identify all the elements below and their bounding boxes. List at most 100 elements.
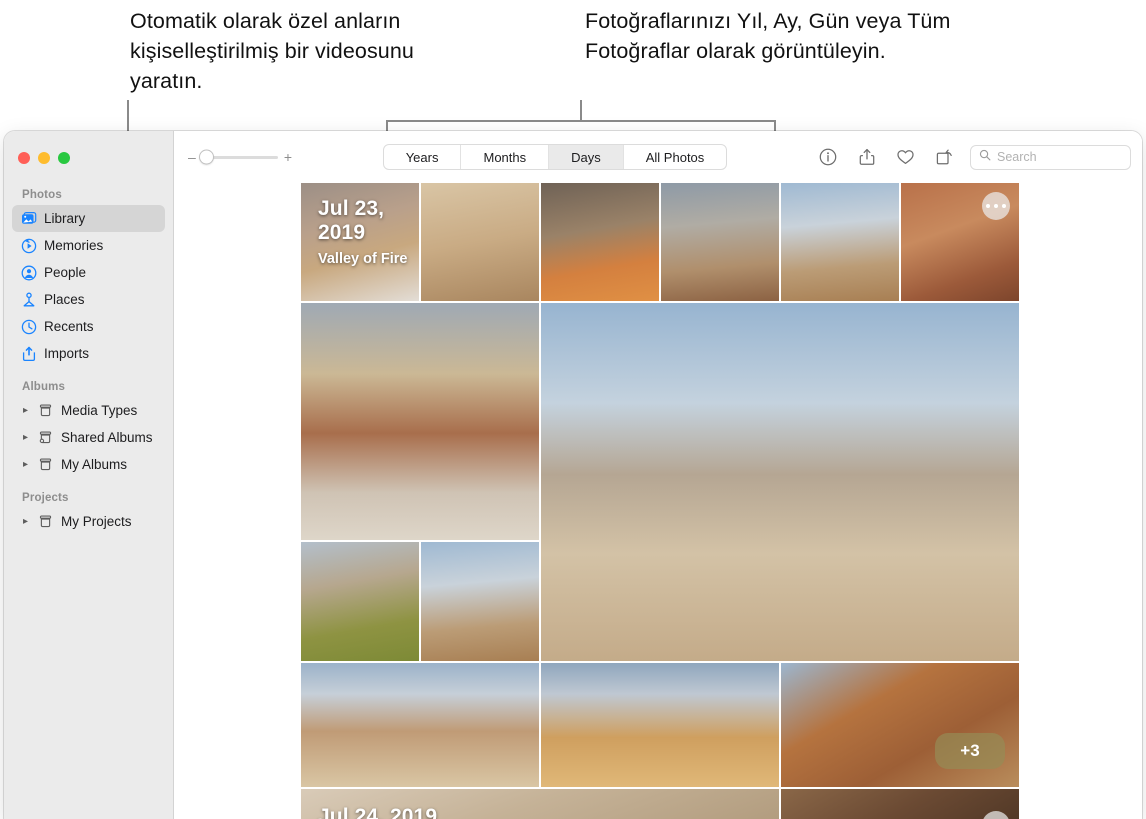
album-box-icon	[37, 402, 54, 419]
dot	[1002, 204, 1007, 209]
places-pin-icon	[20, 291, 37, 308]
photo-grid: Jul 23, 2019 Valley of Fire	[301, 183, 1019, 819]
photo-thumbnail[interactable]	[541, 663, 779, 787]
sidebar-item-label: Shared Albums	[61, 430, 153, 445]
photo-image	[781, 789, 1019, 819]
photos-library-icon	[20, 210, 37, 227]
share-icon[interactable]	[857, 148, 876, 167]
sidebar-group-title-albums: Albums	[4, 381, 173, 397]
photo-thumbnail[interactable]	[421, 183, 539, 301]
window-controls	[18, 152, 70, 164]
search-field[interactable]: Search	[970, 145, 1131, 170]
people-icon	[20, 264, 37, 281]
photo-row: Jul 24, 2019	[301, 789, 1019, 819]
album-box-icon	[37, 513, 54, 530]
photo-thumbnail[interactable]	[781, 789, 1019, 819]
sidebar-item-media-types[interactable]: ▸ Media Types	[12, 397, 165, 424]
sidebar-item-label: My Projects	[61, 514, 132, 529]
photo-row: +3	[301, 663, 1019, 787]
close-button[interactable]	[18, 152, 30, 164]
tab-all-photos[interactable]: All Photos	[624, 145, 727, 169]
annotation-memories-callout: Otomatik olarak özel anların kişiselleşt…	[130, 6, 460, 96]
sidebar-group-projects: Projects ▸ My Projects	[4, 492, 173, 535]
photo-thumbnail[interactable]: Jul 24, 2019	[301, 789, 779, 819]
rotate-icon[interactable]	[935, 148, 954, 167]
sidebar-item-library[interactable]: Library	[12, 205, 165, 232]
photo-thumbnail[interactable]	[301, 303, 539, 540]
chevron-right-icon[interactable]: ▸	[20, 459, 31, 470]
photo-image	[301, 542, 419, 661]
sidebar-item-label: Media Types	[61, 403, 137, 418]
memories-icon	[20, 237, 37, 254]
more-options-icon[interactable]	[982, 192, 1010, 220]
zoom-slider-track[interactable]	[202, 156, 278, 159]
photo-thumbnail-hero[interactable]	[541, 303, 1019, 661]
content-area: – + Years Months Days All Photos	[174, 131, 1142, 819]
photo-thumbnail[interactable]	[541, 183, 659, 301]
photo-image	[541, 663, 779, 787]
sidebar-group-title-projects: Projects	[4, 492, 173, 508]
photo-row: Jul 23, 2019 Valley of Fire	[301, 183, 1019, 301]
sidebar-group-title-photos: Photos	[4, 189, 173, 205]
sidebar-item-shared-albums[interactable]: ▸ Shared Albums	[12, 424, 165, 451]
view-mode-container: Years Months Days All Photos	[292, 144, 818, 170]
sidebar-item-recents[interactable]: Recents	[12, 313, 165, 340]
chevron-right-icon[interactable]: ▸	[20, 432, 31, 443]
photo-row	[301, 542, 539, 661]
sidebar-item-my-albums[interactable]: ▸ My Albums	[12, 451, 165, 478]
zoom-out-label[interactable]: –	[188, 150, 196, 164]
search-icon	[979, 148, 991, 166]
chevron-right-icon[interactable]: ▸	[20, 405, 31, 416]
photo-thumbnail[interactable]	[301, 542, 419, 661]
tab-months[interactable]: Months	[461, 145, 549, 169]
photo-image	[781, 183, 899, 301]
sidebar-item-people[interactable]: People	[12, 259, 165, 286]
album-box-icon	[37, 456, 54, 473]
sidebar-item-label: Library	[44, 211, 85, 226]
photo-thumbnail[interactable]	[661, 183, 779, 301]
photo-thumbnail[interactable]: +3	[781, 663, 1019, 787]
screenshot-root: Otomatik olarak özel anların kişiselleşt…	[0, 0, 1146, 819]
sidebar-item-my-projects[interactable]: ▸ My Projects	[12, 508, 165, 535]
photo-image	[301, 303, 539, 540]
photos-app-window: Photos Library Memories	[4, 131, 1142, 819]
photo-thumbnail[interactable]: Jul 23, 2019 Valley of Fire	[301, 183, 419, 301]
sidebar-item-imports[interactable]: Imports	[12, 340, 165, 367]
photo-row	[301, 303, 1019, 661]
zoom-slider-knob[interactable]	[200, 151, 213, 164]
toolbar-actions	[818, 148, 954, 167]
dot	[994, 204, 999, 209]
sidebar-item-label: People	[44, 265, 86, 280]
tab-years[interactable]: Years	[384, 145, 462, 169]
view-mode-segmented-control[interactable]: Years Months Days All Photos	[383, 144, 728, 170]
shared-album-box-icon	[37, 429, 54, 446]
imports-icon	[20, 345, 37, 362]
photo-thumbnail[interactable]	[301, 663, 539, 787]
sidebar-group-albums: Albums ▸ Media Types ▸ Shared Album	[4, 381, 173, 478]
photo-image	[421, 183, 539, 301]
sidebar-item-label: Imports	[44, 346, 89, 361]
sidebar-item-memories[interactable]: Memories	[12, 232, 165, 259]
zoom-button[interactable]	[58, 152, 70, 164]
day-header-overlay: Jul 23, 2019 Valley of Fire	[318, 197, 419, 268]
zoom-slider[interactable]: – +	[188, 150, 292, 164]
photo-thumbnail[interactable]	[781, 183, 899, 301]
zoom-in-label[interactable]: +	[284, 150, 292, 164]
overflow-count-badge[interactable]: +3	[935, 733, 1005, 769]
day-date: Jul 23, 2019	[318, 197, 419, 245]
chevron-right-icon[interactable]: ▸	[20, 516, 31, 527]
sidebar-item-places[interactable]: Places	[12, 286, 165, 313]
photo-thumbnail[interactable]	[901, 183, 1019, 301]
sidebar: Photos Library Memories	[4, 131, 174, 819]
dot	[986, 204, 991, 209]
favorite-heart-icon[interactable]	[896, 148, 915, 167]
tab-days[interactable]: Days	[549, 145, 624, 169]
minimize-button[interactable]	[38, 152, 50, 164]
photo-gallery[interactable]: Jul 23, 2019 Valley of Fire	[174, 183, 1142, 819]
search-input[interactable]: Search	[997, 150, 1037, 164]
photo-image	[301, 663, 539, 787]
photo-thumbnail[interactable]	[421, 542, 539, 661]
info-icon[interactable]	[818, 148, 837, 167]
toolbar: – + Years Months Days All Photos	[174, 131, 1142, 183]
sidebar-item-label: Places	[44, 292, 85, 307]
